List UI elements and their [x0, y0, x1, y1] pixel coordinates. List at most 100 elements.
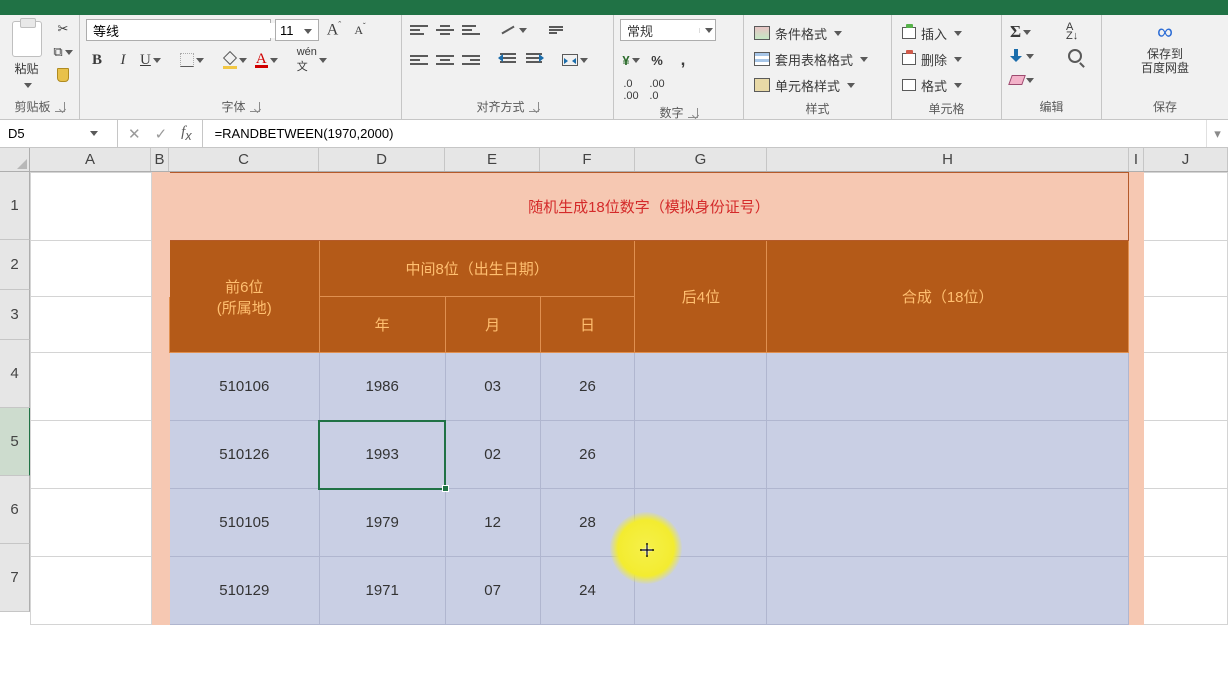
cell-I2[interactable] [1129, 241, 1144, 297]
enter-button[interactable]: ✓ [155, 125, 168, 143]
phonetic-button[interactable]: wén文 [295, 49, 329, 71]
cell-J5[interactable] [1144, 421, 1228, 489]
hdr-month[interactable]: 月 [445, 297, 540, 353]
clear-button[interactable] [1008, 69, 1036, 91]
cell-styles-button[interactable]: 单元格样式 [750, 73, 859, 97]
col-header-B[interactable]: B [151, 148, 169, 171]
cell-J6[interactable] [1144, 489, 1228, 557]
insert-button[interactable]: 插入 [898, 21, 966, 45]
name-box[interactable] [0, 120, 118, 147]
col-header-A[interactable]: A [30, 148, 151, 171]
fill-color-button[interactable] [221, 49, 249, 71]
cell-I6[interactable] [1129, 489, 1144, 557]
col-header-H[interactable]: H [767, 148, 1129, 171]
cell-E7[interactable]: 07 [445, 557, 540, 625]
bold-button[interactable]: B [86, 49, 108, 71]
font-name-select[interactable] [86, 19, 271, 41]
grid[interactable]: A B C D E F G H I J 1 2 3 4 5 6 7 随机生成 [0, 148, 1228, 673]
cell-B2[interactable] [151, 241, 169, 297]
row-header-1[interactable]: 1 [0, 172, 30, 240]
hdr-mid[interactable]: 中间8位（出生日期） [319, 241, 635, 297]
copy-button[interactable]: ⧉ [53, 42, 73, 62]
cell-F4[interactable]: 26 [540, 353, 635, 421]
cell-G5[interactable] [635, 421, 767, 489]
border-button[interactable] [178, 49, 206, 71]
hdr-last4[interactable]: 后4位 [635, 241, 767, 353]
increase-indent-button[interactable] [523, 49, 545, 71]
col-header-G[interactable]: G [635, 148, 767, 171]
cell-B5[interactable] [151, 421, 169, 489]
cut-button[interactable]: ✂ [53, 19, 73, 39]
percent-button[interactable]: % [646, 49, 668, 71]
cell-B1[interactable] [151, 173, 169, 241]
increase-decimal-button[interactable]: .0.00 [620, 79, 642, 101]
cell-I4[interactable] [1129, 353, 1144, 421]
expand-formula-bar[interactable]: ▾ [1206, 120, 1228, 147]
align-bottom-button[interactable] [460, 19, 482, 41]
cell-H6[interactable] [767, 489, 1129, 557]
autosum-button[interactable]: Σ [1008, 21, 1033, 43]
hdr-day[interactable]: 日 [540, 297, 635, 353]
format-painter-button[interactable] [53, 65, 73, 85]
dialog-launcher-icon[interactable] [250, 102, 260, 112]
name-box-input[interactable] [0, 126, 85, 141]
cell-D6[interactable]: 1979 [319, 489, 445, 557]
hdr-area[interactable]: 前6位 (所属地) [169, 241, 319, 353]
row-header-4[interactable]: 4 [0, 340, 30, 408]
cell-D7[interactable]: 1971 [319, 557, 445, 625]
cell-A2[interactable] [31, 241, 152, 297]
orientation-button[interactable] [497, 19, 529, 41]
cell-J1[interactable] [1144, 173, 1228, 241]
cell-D4[interactable]: 1986 [319, 353, 445, 421]
cell-A7[interactable] [31, 557, 152, 625]
cell-E4[interactable]: 03 [445, 353, 540, 421]
save-baidu-button[interactable]: ∞ 保存到 百度网盘 [1141, 19, 1189, 75]
align-center-button[interactable] [434, 49, 456, 71]
underline-button[interactable]: U [138, 49, 163, 71]
cell-J2[interactable] [1144, 241, 1228, 297]
delete-button[interactable]: 删除 [898, 47, 966, 71]
row-header-5[interactable]: 5 [0, 408, 30, 476]
cell-J3[interactable] [1144, 297, 1228, 353]
sort-filter-button[interactable]: AZ↓ [1061, 21, 1083, 43]
row-header-7[interactable]: 7 [0, 544, 30, 612]
font-color-button[interactable]: A [253, 49, 280, 71]
cell-C4[interactable]: 510106 [169, 353, 319, 421]
increase-font-button[interactable]: Aˆ [323, 19, 345, 41]
col-header-F[interactable]: F [540, 148, 635, 171]
table-format-button[interactable]: 套用表格格式 [750, 47, 872, 71]
col-header-D[interactable]: D [319, 148, 445, 171]
cell-F5[interactable]: 26 [540, 421, 635, 489]
cell-G6[interactable] [635, 489, 767, 557]
align-top-button[interactable] [408, 19, 430, 41]
select-all-corner[interactable] [0, 148, 30, 171]
currency-button[interactable]: ¥ [620, 49, 642, 71]
hdr-year[interactable]: 年 [319, 297, 445, 353]
cell-I1[interactable] [1129, 173, 1144, 241]
cell-A4[interactable] [31, 353, 152, 421]
italic-button[interactable]: I [112, 49, 134, 71]
cell-E6[interactable]: 12 [445, 489, 540, 557]
formula-input[interactable] [203, 126, 1206, 141]
cell-A3[interactable] [31, 297, 152, 353]
fill-button[interactable] [1008, 45, 1036, 67]
cell-G4[interactable] [635, 353, 767, 421]
cell-A6[interactable] [31, 489, 152, 557]
fx-button[interactable]: fx [181, 124, 191, 143]
cell-H7[interactable] [767, 557, 1129, 625]
cell-H5[interactable] [767, 421, 1129, 489]
find-select-button[interactable] [1064, 45, 1086, 67]
decrease-decimal-button[interactable]: .00.0 [646, 79, 668, 101]
dialog-launcher-icon[interactable] [55, 102, 65, 112]
cell-G7[interactable] [635, 557, 767, 625]
cell-F7[interactable]: 24 [540, 557, 635, 625]
cell-J7[interactable] [1144, 557, 1228, 625]
font-size-input[interactable] [276, 23, 302, 38]
cell-D5[interactable]: 1993 [319, 421, 445, 489]
cell-B4[interactable] [151, 353, 169, 421]
cell-E5[interactable]: 02 [445, 421, 540, 489]
col-header-J[interactable]: J [1144, 148, 1228, 171]
cell-C6[interactable]: 510105 [169, 489, 319, 557]
fill-handle[interactable] [442, 485, 449, 492]
row-header-6[interactable]: 6 [0, 476, 30, 544]
